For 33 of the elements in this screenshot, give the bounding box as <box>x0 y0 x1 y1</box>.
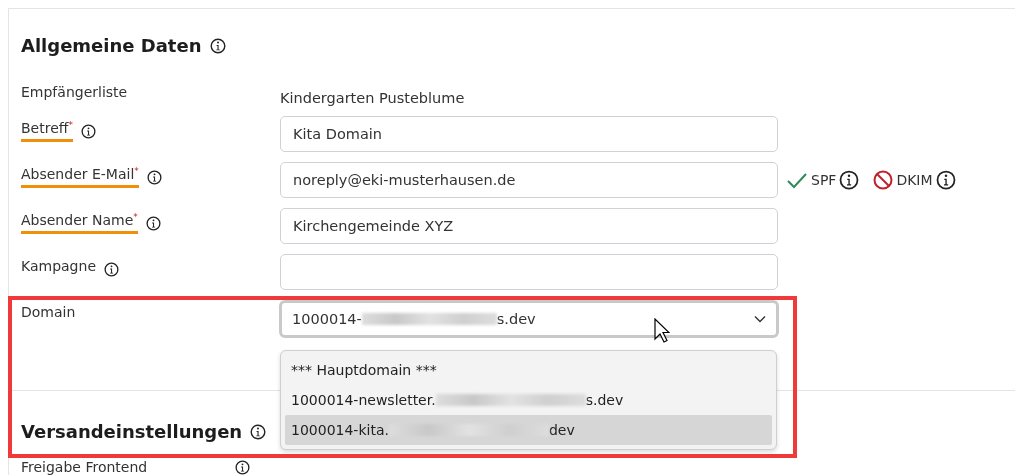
dropdown-option[interactable]: 1000014-kita. dev <box>285 415 772 445</box>
text-field[interactable]: Kita Domain <box>280 116 778 152</box>
check-label: DKIM <box>896 172 933 188</box>
chevron-down-icon <box>754 315 766 323</box>
info-icon[interactable] <box>935 170 956 190</box>
check-label: SPF <box>811 172 837 188</box>
field-label: Absender Name$^{*}$ <box>21 212 138 234</box>
dropdown-option[interactable]: 1000014-newsletter. s.dev <box>285 385 772 415</box>
info-icon[interactable] <box>146 169 162 185</box>
text-field[interactable] <box>280 254 778 290</box>
checkmark-icon <box>786 171 808 189</box>
info-icon[interactable] <box>839 170 860 190</box>
field-label: Domain <box>21 304 76 322</box>
section-title: Allgemeine Daten <box>21 35 202 56</box>
prohibited-icon <box>873 170 894 190</box>
info-icon[interactable] <box>209 37 226 54</box>
section-title: Versandeinstellungen <box>21 421 243 442</box>
text-field[interactable]: noreply@eki-musterhausen.de <box>280 162 778 198</box>
info-icon[interactable] <box>235 459 250 475</box>
field-label: Kampagne <box>21 258 96 276</box>
info-icon[interactable] <box>145 215 161 231</box>
recipient-list-value: Kindergarten Pusteblume <box>280 90 466 106</box>
field-label: Betreff$^{*}$ <box>21 120 73 142</box>
field-label: Freigabe Frontend <box>21 459 149 475</box>
info-icon[interactable] <box>80 123 96 139</box>
info-icon[interactable] <box>250 423 267 440</box>
domain-select[interactable]: 1000014- s.dev <box>279 300 779 338</box>
mouse-cursor-icon <box>654 318 670 344</box>
text-field[interactable]: Kirchengemeinde XYZ <box>280 208 778 244</box>
field-label: Absender E-Mail$^{*}$ <box>21 166 139 188</box>
dropdown-option[interactable]: *** Hauptdomain *** <box>285 355 772 385</box>
field-label: Empfängerliste <box>21 84 128 102</box>
info-icon[interactable] <box>104 261 119 277</box>
